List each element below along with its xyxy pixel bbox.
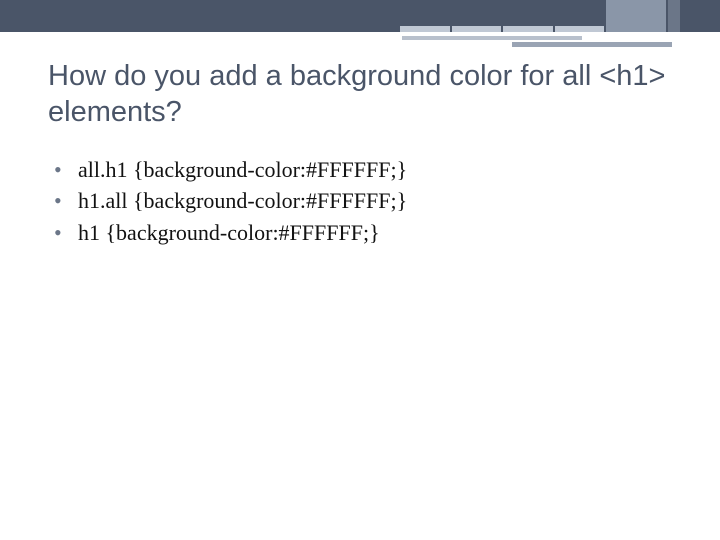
answer-options: all.h1 {background-color:#FFFFFF;} h1.al… [48,155,672,248]
list-item: all.h1 {background-color:#FFFFFF;} [78,155,672,185]
top-bar-decoration [400,0,680,32]
list-item: h1 {background-color:#FFFFFF;} [78,218,672,248]
slide-top-bar [0,0,720,32]
list-item: h1.all {background-color:#FFFFFF;} [78,186,672,216]
slide-body: How do you add a background color for al… [0,32,720,248]
slide-title: How do you add a background color for al… [48,58,672,131]
